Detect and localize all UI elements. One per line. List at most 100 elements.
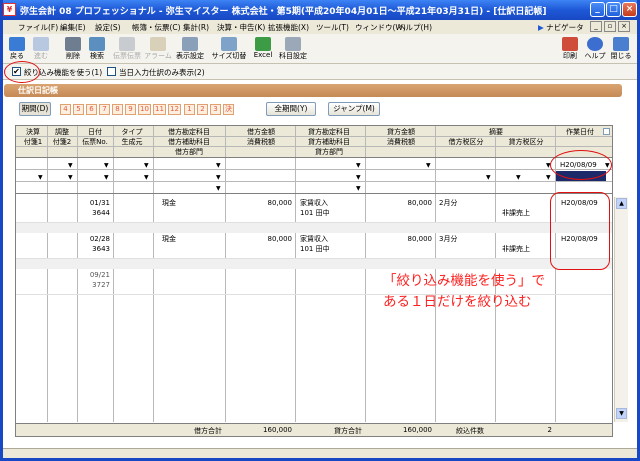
period-label: 期間(D)	[19, 102, 51, 116]
filter-count-value: 2	[547, 426, 552, 434]
table-row[interactable]: 02/28 3643 現金 80,000 家賃収入 101 田中 80,000 …	[16, 233, 612, 257]
mdi-minimize-button[interactable]: _	[590, 21, 602, 32]
menu-settings[interactable]: 設定(S)	[95, 22, 121, 33]
annotation-line-2: ある１日だけを絞り込む	[383, 294, 532, 310]
month-10[interactable]: 10	[138, 104, 151, 115]
annotation-line-1: 「絞り込み機能を使う」で	[383, 273, 545, 289]
menu-file[interactable]: ファイル(F)	[18, 22, 58, 33]
credit-total-label: 貸方合計	[334, 427, 362, 435]
panel-header: 仕訳日記帳	[4, 84, 622, 97]
scroll-up-icon[interactable]: ▲	[616, 198, 627, 209]
header-bottom-line	[16, 157, 612, 158]
month-5[interactable]: 5	[73, 104, 84, 115]
annotation-text: 「絞り込み機能を使う」で ある１日だけを絞り込む	[383, 271, 545, 313]
account-settings-button[interactable]: 科目設定	[278, 36, 308, 62]
today-only-checkbox[interactable]	[107, 67, 116, 76]
debit-total-value: 160,000	[263, 426, 292, 434]
jump-button[interactable]: ジャンプ(M)	[328, 102, 380, 116]
alarm-icon	[150, 37, 166, 51]
minimize-button[interactable]: _	[590, 2, 605, 17]
filter-choseki-dropdown[interactable]: ▼	[68, 162, 73, 170]
row-credit-account: 家賃収入	[300, 199, 328, 207]
close-button[interactable]: ×	[622, 2, 637, 17]
row-taxcat: 非課売上	[502, 245, 530, 253]
filter-fusen2-dropdown[interactable]: ▼	[68, 174, 73, 182]
help-icon	[587, 37, 603, 51]
table-row[interactable]: 01/31 3644 現金 80,000 家賃収入 101 田中 80,000 …	[16, 197, 612, 221]
filter-debit-account-dropdown[interactable]: ▼	[216, 162, 221, 170]
period-bar: 期間(D) 4 5 6 7 8 9 10 11 12 1 2 3 決 全期間(Y…	[4, 97, 622, 121]
filter-highlight-circle	[4, 61, 40, 83]
close-door-icon	[613, 37, 629, 51]
hdr-debit-dept: 借方部門	[175, 148, 203, 156]
all-period-button[interactable]: 全期間(Y)	[266, 102, 316, 116]
navigator-button[interactable]: ▶ ナビゲータ	[538, 22, 584, 33]
filter-credit-taxcat-dropdown[interactable]: ▼	[516, 174, 521, 182]
month-8[interactable]: 8	[112, 104, 123, 115]
filter-credit-amount-dropdown[interactable]: ▼	[426, 162, 431, 170]
filter-debit-sub-dropdown[interactable]: ▼	[216, 174, 221, 182]
today-only-label[interactable]: 当日入力仕訳のみ表示(2)	[119, 67, 205, 78]
row-credit-sub: 101 田中	[300, 245, 330, 253]
filter-denpyo-dropdown[interactable]: ▼	[104, 174, 109, 182]
row-date: 09/21	[89, 271, 110, 279]
row-denpyo-no: 3644	[92, 209, 110, 217]
mdi-restore-button[interactable]: ▫	[604, 21, 616, 32]
filter-debit-taxcat-dropdown[interactable]: ▼	[486, 174, 491, 182]
filter-debit-dept-dropdown[interactable]: ▼	[216, 185, 221, 193]
row-denpyo-no: 3727	[92, 281, 110, 289]
menu-extend[interactable]: 拡張機能(X)	[268, 22, 309, 33]
menu-help[interactable]: ヘルプ(H)	[398, 22, 432, 33]
row-memo: 2月分	[439, 199, 458, 207]
month-12[interactable]: 12	[168, 104, 181, 115]
month-6[interactable]: 6	[86, 104, 97, 115]
filter-taxcat-dropdown[interactable]: ▼	[546, 174, 551, 182]
totals-footer: 借方合計 160,000 貸方合計 160,000 絞込件数 2	[16, 423, 612, 436]
menu-summary[interactable]: 集計(R)	[183, 22, 209, 33]
month-1[interactable]: 1	[184, 104, 195, 115]
scroll-down-icon[interactable]: ▼	[616, 408, 627, 419]
filter-type-dropdown[interactable]: ▼	[144, 162, 149, 170]
panel-title: 仕訳日記帳	[18, 86, 58, 95]
menu-edit[interactable]: 編集(E)	[60, 22, 86, 33]
month-3[interactable]: 3	[210, 104, 221, 115]
row-credit-amount: 80,000	[407, 235, 433, 243]
vertical-scrollbar[interactable]: ▲ ▼	[614, 197, 628, 422]
account-settings-icon	[285, 37, 301, 51]
menu-tools[interactable]: ツール(T)	[316, 22, 349, 33]
display-settings-icon	[182, 37, 198, 51]
filter-credit-account-dropdown[interactable]: ▼	[356, 162, 361, 170]
close-window-button[interactable]: 閉じる	[606, 36, 636, 62]
filter-date-dropdown[interactable]: ▼	[104, 162, 109, 170]
row-debit-amount: 80,000	[267, 199, 293, 207]
forward-arrow-icon	[33, 37, 49, 51]
voucher-icon	[119, 37, 135, 51]
month-closing[interactable]: 決	[223, 104, 234, 115]
filter-bottom-line	[16, 193, 612, 194]
menu-books[interactable]: 帳簿・伝票(C)	[132, 22, 181, 33]
column-config-icon[interactable]	[603, 128, 610, 135]
row-debit-account: 現金	[162, 235, 176, 243]
app-icon: ¥	[3, 3, 16, 16]
month-7[interactable]: 7	[99, 104, 110, 115]
menu-closing[interactable]: 決算・申告(K)	[217, 22, 265, 33]
magnifier-icon	[89, 37, 105, 51]
row-denpyo-no: 3643	[92, 245, 110, 253]
mdi-close-button[interactable]: ×	[618, 21, 630, 32]
row-debit-account: 現金	[162, 199, 176, 207]
row-spacer	[16, 223, 612, 233]
display-settings-button[interactable]: 表示設定	[175, 36, 205, 62]
row-memo: 3月分	[439, 235, 458, 243]
filter-origin-dropdown[interactable]: ▼	[144, 174, 149, 182]
filter-fusen1-dropdown[interactable]: ▼	[38, 174, 43, 182]
month-2[interactable]: 2	[197, 104, 208, 115]
trash-icon	[65, 37, 81, 51]
month-4[interactable]: 4	[60, 104, 71, 115]
filter-credit-dept-dropdown[interactable]: ▼	[356, 185, 361, 193]
filter-count-label: 絞込件数	[456, 427, 484, 435]
month-11[interactable]: 11	[153, 104, 166, 115]
maximize-button[interactable]: □	[606, 2, 621, 17]
filter-credit-sub-dropdown[interactable]: ▼	[356, 174, 361, 182]
month-9[interactable]: 9	[125, 104, 136, 115]
row-divider	[16, 146, 612, 147]
